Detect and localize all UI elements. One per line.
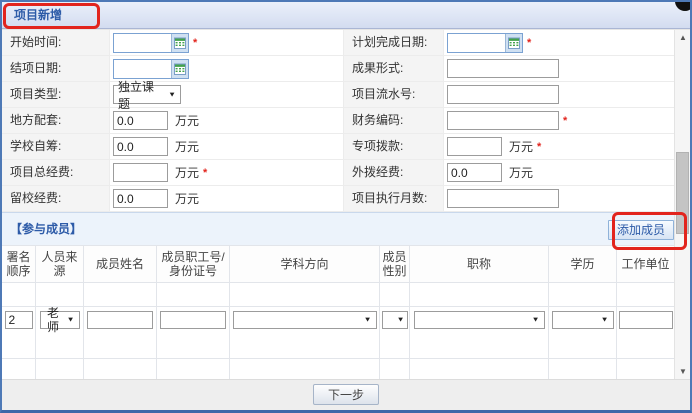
chevron-down-icon: ▼ (601, 314, 609, 326)
dialog-title: 项目新增 (14, 2, 62, 28)
form-row: 学校自筹: 万元 专项拨款: 万元 * (2, 134, 690, 160)
end-date-field[interactable] (114, 60, 171, 78)
next-step-button[interactable]: 下一步 (313, 384, 379, 405)
required-marker: * (527, 37, 531, 49)
chevron-down-icon: ▼ (168, 91, 176, 99)
special-grant-label: 专项拨款: (344, 134, 444, 160)
local-funding-label: 地方配套: (2, 108, 110, 134)
member-degree-select[interactable]: ▼ (552, 311, 614, 329)
add-member-button[interactable]: 添加成员 (608, 220, 674, 240)
chevron-down-icon: ▼ (364, 314, 372, 326)
unit-label: 万元 (175, 164, 199, 181)
form-row: 结项日期: 成果形式: (2, 56, 690, 82)
scroll-down-icon[interactable]: ▼ (675, 364, 691, 379)
col-header-order: 署名顺序 (2, 245, 36, 283)
chevron-down-icon: ▼ (397, 314, 405, 326)
vertical-scrollbar[interactable]: ▲ ▼ (674, 30, 690, 379)
members-section-header: 【参与成员】 添加成员 (2, 212, 690, 245)
project-type-value: 独立课题 (118, 78, 163, 112)
retained-funding-input[interactable] (113, 189, 168, 208)
col-header-source: 人员来源 (36, 245, 84, 283)
start-date-field[interactable] (114, 34, 171, 52)
finance-code-label: 财务编码: (344, 108, 444, 134)
table-row-member: 老师 ▼ ▼ ▼ ▼ (2, 307, 674, 359)
col-header-workunit: 工作单位 (617, 245, 674, 283)
table-row-empty (2, 359, 674, 380)
member-source-select[interactable]: 老师 ▼ (40, 311, 80, 329)
local-funding-input[interactable] (113, 111, 168, 130)
new-project-dialog: 项目新增 开始时间: * 计划完成日期: (0, 0, 692, 413)
plan-finish-date-label: 计划完成日期: (344, 30, 444, 56)
unit-label: 万元 (175, 112, 199, 129)
dialog-footer: 下一步 (2, 379, 690, 410)
required-marker: * (193, 37, 197, 49)
project-type-select[interactable]: 独立课题 ▼ (113, 85, 181, 104)
execution-months-input[interactable] (447, 189, 559, 208)
plan-finish-date-input[interactable] (447, 33, 523, 53)
close-icon[interactable] (675, 0, 692, 11)
member-name-input[interactable] (87, 311, 153, 329)
required-marker: * (563, 115, 567, 127)
end-date-input[interactable] (113, 59, 189, 79)
unit-label: 万元 (175, 138, 199, 155)
result-form-label: 成果形式: (344, 56, 444, 82)
dialog-titlebar: 项目新增 (2, 2, 690, 29)
form-row: 项目类型: 独立课题 ▼ 项目流水号: (2, 82, 690, 108)
member-workunit-input[interactable] (619, 311, 673, 329)
calendar-icon[interactable] (171, 60, 188, 78)
school-funding-label: 学校自筹: (2, 134, 110, 160)
chevron-down-icon: ▼ (67, 314, 75, 326)
col-header-degree: 学历 (549, 245, 617, 283)
members-table-header: 署名顺序 人员来源 成员姓名 成员职工号/身份证号 学科方向 成员性别 职称 学… (2, 245, 674, 283)
external-funding-label: 外拨经费: (344, 160, 444, 186)
serial-number-input[interactable] (447, 85, 559, 104)
serial-number-label: 项目流水号: (344, 82, 444, 108)
form-row: 地方配套: 万元 财务编码: * (2, 108, 690, 134)
project-form: 开始时间: * 计划完成日期: * (2, 29, 690, 212)
total-funding-input[interactable] (113, 163, 168, 182)
end-date-label: 结项日期: (2, 56, 110, 82)
member-source-value: 老师 (45, 307, 62, 334)
scroll-up-icon[interactable]: ▲ (675, 30, 691, 45)
required-marker: * (203, 167, 207, 179)
member-gender-select[interactable]: ▼ (382, 311, 408, 329)
chevron-down-icon: ▼ (532, 314, 540, 326)
project-type-label: 项目类型: (2, 82, 110, 108)
retained-funding-label: 留校经费: (2, 186, 110, 212)
col-header-id: 成员职工号/身份证号 (157, 245, 230, 283)
external-funding-input[interactable] (447, 163, 502, 182)
unit-label: 万元 (509, 138, 533, 155)
plan-finish-date-field[interactable] (448, 34, 505, 52)
form-row: 项目总经费: 万元 * 外拨经费: 万元 (2, 160, 690, 186)
unit-label: 万元 (509, 164, 533, 181)
scrollbar-thumb[interactable] (676, 152, 689, 234)
calendar-icon[interactable] (505, 34, 522, 52)
execution-months-label: 项目执行月数: (344, 186, 444, 212)
start-date-label: 开始时间: (2, 30, 110, 56)
start-date-input[interactable] (113, 33, 189, 53)
unit-label: 万元 (175, 190, 199, 207)
col-header-subject: 学科方向 (230, 245, 380, 283)
calendar-icon[interactable] (171, 34, 188, 52)
school-funding-input[interactable] (113, 137, 168, 156)
total-funding-label: 项目总经费: (2, 160, 110, 186)
result-form-input[interactable] (447, 59, 559, 78)
member-order-input[interactable] (5, 311, 33, 329)
members-section-title: 【参与成员】 (10, 213, 82, 245)
col-header-gender: 成员性别 (380, 245, 410, 283)
col-header-title: 职称 (410, 245, 549, 283)
finance-code-input[interactable] (447, 111, 559, 130)
col-header-name: 成员姓名 (84, 245, 157, 283)
required-marker: * (537, 141, 541, 153)
form-row: 留校经费: 万元 项目执行月数: (2, 186, 690, 212)
special-grant-input[interactable] (447, 137, 502, 156)
table-row-empty (2, 283, 674, 307)
member-subject-select[interactable]: ▼ (233, 311, 377, 329)
form-row: 开始时间: * 计划完成日期: * (2, 30, 690, 56)
member-id-input[interactable] (160, 311, 226, 329)
members-table: 署名顺序 人员来源 成员姓名 成员职工号/身份证号 学科方向 成员性别 职称 学… (2, 245, 674, 380)
member-title-select[interactable]: ▼ (414, 311, 545, 329)
